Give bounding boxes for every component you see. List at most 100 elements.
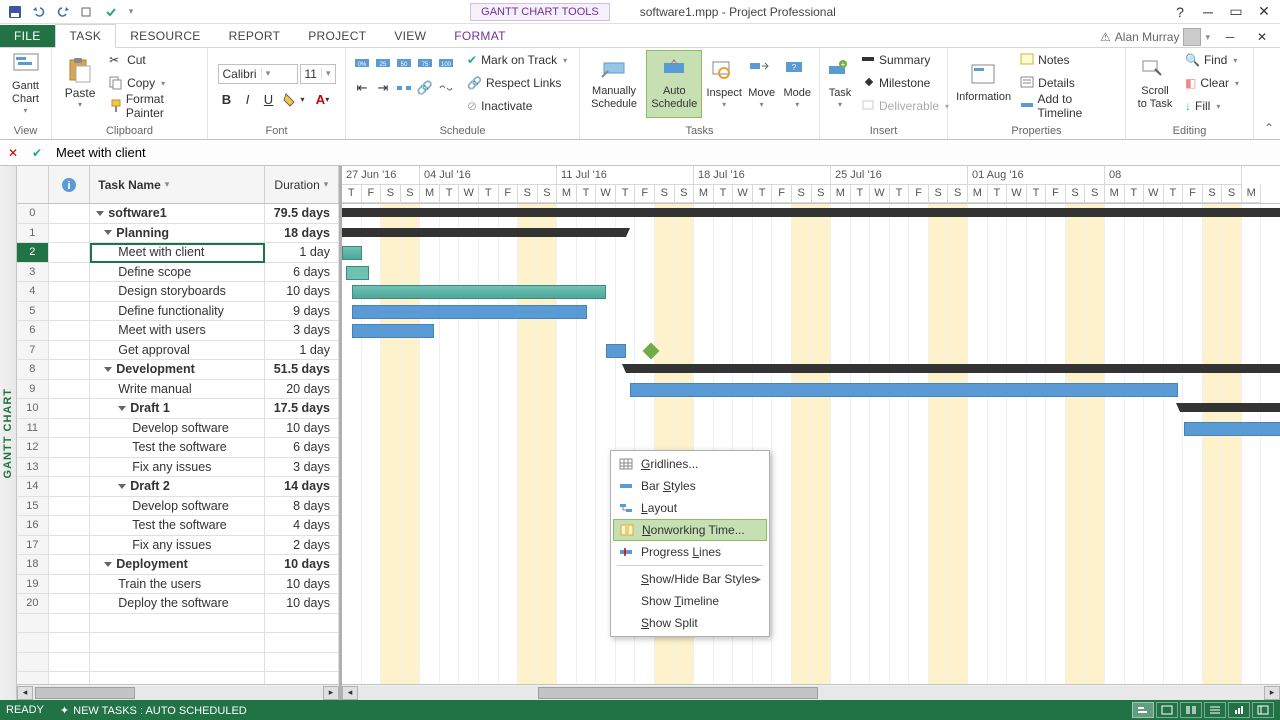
view-resource-sheet-button[interactable] bbox=[1204, 702, 1226, 718]
format-painter-button[interactable]: Format Painter bbox=[106, 96, 201, 116]
table-row[interactable]: 9 Write manual 20 days bbox=[17, 380, 339, 400]
info-cell[interactable] bbox=[49, 282, 91, 302]
window-close-button[interactable]: ✕ bbox=[1250, 27, 1274, 47]
table-row[interactable]: 12 Test the software 6 days bbox=[17, 438, 339, 458]
row-number[interactable]: 17 bbox=[17, 536, 49, 556]
find-button[interactable]: 🔍Find▾ bbox=[1182, 50, 1242, 70]
info-cell[interactable] bbox=[49, 419, 91, 439]
view-tab-vertical[interactable]: GANTT CHART bbox=[0, 166, 17, 700]
gantt-scroll-right-button[interactable]: ▸ bbox=[1264, 686, 1280, 700]
information-button[interactable]: Information bbox=[954, 50, 1013, 118]
row-number[interactable]: 19 bbox=[17, 575, 49, 595]
entry-input[interactable] bbox=[52, 143, 1276, 162]
task-bar[interactable] bbox=[346, 266, 369, 280]
view-team-planner-button[interactable] bbox=[1180, 702, 1202, 718]
context-menu-item[interactable]: Show Timeline bbox=[613, 590, 767, 612]
pct-75-button[interactable]: 75 bbox=[415, 53, 435, 73]
scroll-right-button[interactable]: ▸ bbox=[323, 686, 339, 700]
info-cell[interactable] bbox=[49, 438, 91, 458]
link-button[interactable]: 🔗 bbox=[415, 78, 435, 98]
gantt-scroll-left-button[interactable]: ◂ bbox=[342, 686, 358, 700]
row-number[interactable]: 6 bbox=[17, 321, 49, 341]
context-menu-item[interactable]: Bar Styles bbox=[613, 475, 767, 497]
font-size-combo[interactable]: 11▾ bbox=[300, 64, 336, 84]
task-name-cell[interactable]: Development bbox=[90, 360, 264, 380]
bold-button[interactable]: B bbox=[217, 90, 237, 110]
unlink-button[interactable] bbox=[436, 78, 456, 98]
table-row[interactable]: 0 software1 79.5 days bbox=[17, 204, 339, 224]
table-row[interactable]: 6 Meet with users 3 days bbox=[17, 321, 339, 341]
table-row[interactable]: 13 Fix any issues 3 days bbox=[17, 458, 339, 478]
pct-50-button[interactable]: 50 bbox=[394, 53, 414, 73]
row-number[interactable]: 3 bbox=[17, 263, 49, 283]
duration-cell[interactable]: 8 days bbox=[265, 497, 339, 517]
collapse-ribbon-button[interactable]: ⌃ bbox=[1264, 121, 1274, 135]
task-name-cell[interactable]: Write manual bbox=[90, 380, 264, 400]
fill-color-button[interactable]: ▾ bbox=[280, 90, 308, 110]
duration-cell[interactable]: 4 days bbox=[265, 516, 339, 536]
inactivate-button[interactable]: ⊘Inactivate bbox=[464, 96, 570, 116]
row-number[interactable]: 11 bbox=[17, 419, 49, 439]
task-name-cell[interactable]: software1 bbox=[90, 204, 264, 224]
tab-resource[interactable]: RESOURCE bbox=[116, 25, 214, 47]
info-cell[interactable] bbox=[49, 575, 91, 595]
notes-button[interactable]: Notes bbox=[1017, 50, 1119, 70]
move-button[interactable]: Move▾ bbox=[746, 50, 778, 118]
table-row[interactable]: 10 Draft 1 17.5 days bbox=[17, 399, 339, 419]
scroll-to-task-button[interactable]: Scroll to Task bbox=[1132, 50, 1178, 118]
row-number[interactable]: 14 bbox=[17, 477, 49, 497]
scroll-left-button[interactable]: ◂ bbox=[17, 686, 33, 700]
italic-button[interactable]: I bbox=[238, 90, 258, 110]
duration-cell[interactable]: 17.5 days bbox=[265, 399, 339, 419]
deliverable-button[interactable]: Deliverable▾ bbox=[858, 96, 952, 116]
duration-cell[interactable]: 18 days bbox=[265, 224, 339, 244]
tab-view[interactable]: VIEW bbox=[380, 25, 440, 47]
details-button[interactable]: Details bbox=[1017, 73, 1119, 93]
row-number[interactable]: 7 bbox=[17, 341, 49, 361]
summary-button[interactable]: Summary bbox=[858, 50, 952, 70]
task-name-cell[interactable]: Planning bbox=[90, 224, 264, 244]
view-gantt-button[interactable] bbox=[1132, 702, 1154, 718]
underline-button[interactable]: U bbox=[259, 90, 279, 110]
summary-bar[interactable] bbox=[1180, 403, 1280, 412]
duration-column-header[interactable]: Duration▾ bbox=[265, 166, 339, 203]
tab-report[interactable]: REPORT bbox=[215, 25, 295, 47]
gantt-chart-button[interactable]: Gantt Chart ▾ bbox=[6, 50, 45, 118]
info-cell[interactable] bbox=[49, 380, 91, 400]
row-number[interactable]: 15 bbox=[17, 497, 49, 517]
context-menu-item[interactable]: Show/Hide Bar Styles▸ bbox=[613, 568, 767, 590]
info-cell[interactable] bbox=[49, 516, 91, 536]
table-row[interactable]: 8 Development 51.5 days bbox=[17, 360, 339, 380]
task-name-cell[interactable]: Fix any issues bbox=[90, 458, 265, 478]
duration-cell[interactable]: 6 days bbox=[265, 438, 339, 458]
accept-entry-button[interactable]: ✔ bbox=[28, 144, 46, 162]
summary-bar[interactable] bbox=[626, 364, 1280, 373]
info-cell[interactable] bbox=[49, 555, 91, 575]
outdent-button[interactable]: ⇤ bbox=[352, 78, 372, 98]
task-name-cell[interactable]: Design storyboards bbox=[90, 282, 264, 302]
tab-format[interactable]: FORMAT bbox=[440, 25, 520, 47]
table-row[interactable]: 7 Get approval 1 day bbox=[17, 341, 339, 361]
collapse-triangle-icon[interactable] bbox=[104, 367, 112, 372]
table-row[interactable]: 18 Deployment 10 days bbox=[17, 555, 339, 575]
table-row[interactable]: 2 Meet with client 1 day bbox=[17, 243, 339, 263]
view-task-usage-button[interactable] bbox=[1156, 702, 1178, 718]
table-row[interactable]: 4 Design storyboards 10 days bbox=[17, 282, 339, 302]
task-name-cell[interactable]: Develop software bbox=[90, 419, 265, 439]
info-column-header[interactable]: i bbox=[49, 166, 91, 203]
fill-button[interactable]: ↓Fill▾ bbox=[1182, 96, 1242, 116]
qat-btn[interactable] bbox=[100, 2, 122, 22]
duration-cell[interactable]: 6 days bbox=[265, 263, 339, 283]
font-color-button[interactable]: A▾ bbox=[309, 90, 337, 110]
task-name-cell[interactable]: Meet with client bbox=[90, 243, 264, 263]
task-bar[interactable] bbox=[630, 383, 1178, 397]
task-bar[interactable] bbox=[352, 285, 606, 299]
redo-button[interactable] bbox=[52, 2, 74, 22]
task-name-cell[interactable]: Develop software bbox=[90, 497, 265, 517]
split-task-button[interactable] bbox=[394, 78, 414, 98]
info-cell[interactable] bbox=[49, 224, 91, 244]
qat-btn[interactable] bbox=[76, 2, 98, 22]
row-number[interactable]: 13 bbox=[17, 458, 49, 478]
indent-button[interactable]: ⇥ bbox=[373, 78, 393, 98]
info-cell[interactable] bbox=[49, 341, 91, 361]
